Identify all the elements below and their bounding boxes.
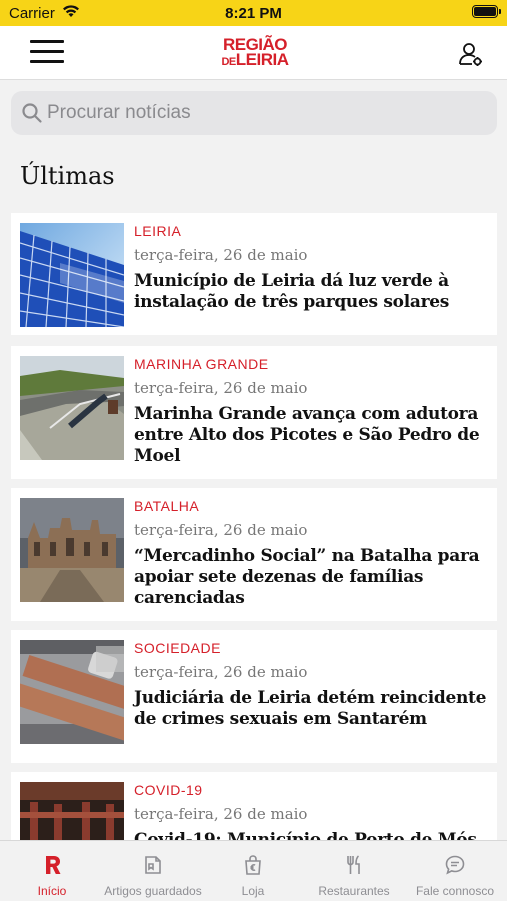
tab-label: Loja [241, 884, 265, 898]
tab-fale-connosco[interactable]: Fale connosco [405, 841, 505, 901]
article-thumbnail-cafe-chairs [20, 782, 124, 840]
battery-icon [472, 5, 501, 18]
bottom-tab-bar: Início Artigos guardados Loja Restaurant… [0, 840, 507, 901]
article-headline[interactable]: Município de Leiria dá luz verde à insta… [134, 271, 490, 313]
article-headline[interactable]: “Mercadinho Social” na Batalha para apoi… [134, 546, 490, 609]
article-category: SOCIEDADE [134, 640, 221, 656]
article-card[interactable]: LEIRIA terça-feira, 26 de maio Município… [11, 213, 497, 335]
article-category: MARINHA GRANDE [134, 356, 269, 372]
article-date: terça-feira, 26 de maio [134, 805, 308, 823]
article-date: terça-feira, 26 de maio [134, 379, 308, 397]
search-bar[interactable]: Procurar notícias [11, 91, 497, 135]
article-list: LEIRIA terça-feira, 26 de maio Município… [11, 213, 497, 840]
section-title-latest: Últimas [20, 162, 115, 190]
tab-label: Início [37, 884, 67, 898]
status-bar: Carrier 8:21 PM [0, 0, 507, 26]
article-headline[interactable]: Covid-19: Município de Porto de Mós [134, 830, 490, 840]
regiao-de-leiria-logo: REGIÃO DELEIRIA [210, 36, 300, 70]
article-headline[interactable]: Judiciária de Leiria detém reincidente d… [134, 688, 490, 730]
article-category: COVID-19 [134, 782, 203, 798]
brand-r-icon [2, 854, 102, 876]
article-thumbnail-solar-panels [20, 223, 124, 327]
saved-articles-icon [103, 854, 203, 876]
chat-bubble-icon [405, 854, 505, 876]
search-input[interactable]: Procurar notícias [47, 102, 191, 124]
search-icon [21, 102, 43, 129]
menu-icon[interactable] [30, 40, 64, 64]
user-account-icon[interactable] [457, 40, 485, 68]
top-navigation-bar: REGIÃO DELEIRIA [0, 26, 507, 80]
article-card[interactable]: COVID-19 terça-feira, 26 de maio Covid-1… [11, 772, 497, 840]
tab-inicio[interactable]: Início [2, 841, 102, 901]
tab-label: Artigos guardados [104, 884, 202, 898]
article-thumbnail-policia-judiciaria-sign [20, 640, 124, 744]
tab-restaurantes[interactable]: Restaurantes [304, 841, 404, 901]
article-category: BATALHA [134, 498, 200, 514]
article-category: LEIRIA [134, 223, 182, 239]
shopping-bag-euro-icon [203, 854, 303, 876]
logo-leiria: LEIRIA [235, 50, 289, 69]
tab-loja[interactable]: Loja [203, 841, 303, 901]
tab-artigos-guardados[interactable]: Artigos guardados [103, 841, 203, 901]
tab-label: Restaurantes [318, 884, 390, 898]
clock: 8:21 PM [225, 5, 282, 22]
article-card[interactable]: MARINHA GRANDE terça-feira, 26 de maio M… [11, 346, 497, 479]
article-date: terça-feira, 26 de maio [134, 521, 308, 539]
article-thumbnail-monastery [20, 498, 124, 602]
article-headline[interactable]: Marinha Grande avança com adutora entre … [134, 404, 490, 467]
logo-line2: DELEIRIA [210, 50, 300, 70]
tab-label: Fale connosco [415, 884, 495, 898]
article-card[interactable]: BATALHA terça-feira, 26 de maio “Mercadi… [11, 488, 497, 621]
article-date: terça-feira, 26 de maio [134, 663, 308, 681]
article-card[interactable]: SOCIEDADE terça-feira, 26 de maio Judici… [11, 630, 497, 763]
article-date: terça-feira, 26 de maio [134, 246, 308, 264]
article-thumbnail-road-pipeline [20, 356, 124, 460]
fork-knife-icon [304, 854, 404, 876]
logo-de: DE [221, 56, 236, 68]
